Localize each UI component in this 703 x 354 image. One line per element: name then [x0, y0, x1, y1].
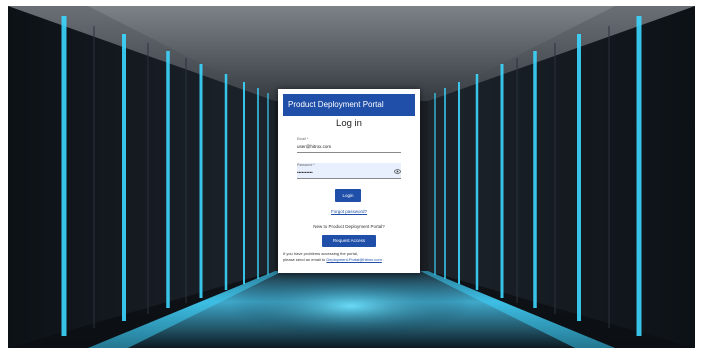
email-label: Email *	[297, 137, 309, 141]
login-card: Product Deployment Portal Log in Email *…	[278, 89, 420, 273]
password-field[interactable]: Password *	[297, 163, 401, 179]
support-message: If you have problems accessing the porta…	[283, 251, 419, 263]
support-email-link[interactable]: Deployment.Portal@hitrox.com	[326, 257, 381, 262]
eye-icon[interactable]	[394, 168, 401, 175]
email-input[interactable]	[297, 142, 393, 150]
login-title: Log in	[336, 118, 362, 129]
email-field[interactable]: Email *	[297, 137, 401, 153]
new-user-prompt: New to Product Deployment Portal?	[313, 224, 385, 229]
password-label: Password *	[297, 163, 315, 167]
support-line-2: please send an email to	[283, 257, 327, 262]
page: Product Deployment Portal Log in Email *…	[0, 0, 703, 354]
password-input[interactable]	[297, 168, 393, 176]
request-access-button[interactable]: Request Access	[322, 235, 376, 247]
login-button[interactable]: Login	[335, 189, 361, 202]
forgot-password-link[interactable]: Forgot password?	[278, 209, 420, 214]
support-line-1: If you have problems accessing the porta…	[283, 251, 358, 256]
portal-header: Product Deployment Portal	[283, 94, 415, 116]
